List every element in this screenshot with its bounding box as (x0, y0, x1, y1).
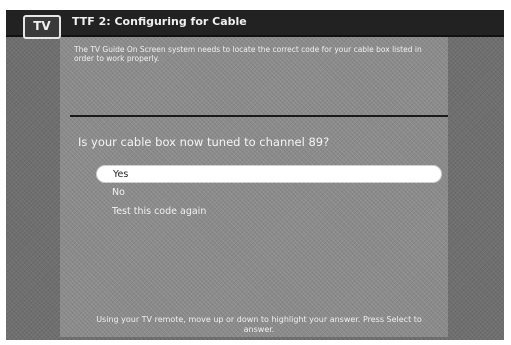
screen-title: TTF 2: Configuring for Cable (72, 15, 247, 28)
option-yes[interactable]: Yes (96, 165, 442, 183)
option-label: Test this code again (112, 206, 207, 217)
instructions-text: Using your TV remote, move up or down to… (96, 315, 422, 334)
tv-guide-logo-icon: TV (23, 15, 61, 39)
setup-panel: The TV Guide On Screen system needs to l… (60, 37, 448, 337)
tv-screen: TTF 2: Configuring for Cable The TV Guid… (6, 10, 504, 340)
option-label: No (112, 187, 125, 198)
question-text: Is your cable box now tuned to channel 8… (78, 135, 330, 149)
option-no[interactable]: No (96, 184, 442, 202)
title-bar: TTF 2: Configuring for Cable (6, 10, 504, 37)
divider (70, 115, 448, 117)
intro-text: The TV Guide On Screen system needs to l… (74, 45, 422, 63)
option-test-again[interactable]: Test this code again (96, 203, 442, 221)
answer-list: Yes No Test this code again (96, 165, 442, 222)
option-label: Yes (113, 169, 129, 180)
